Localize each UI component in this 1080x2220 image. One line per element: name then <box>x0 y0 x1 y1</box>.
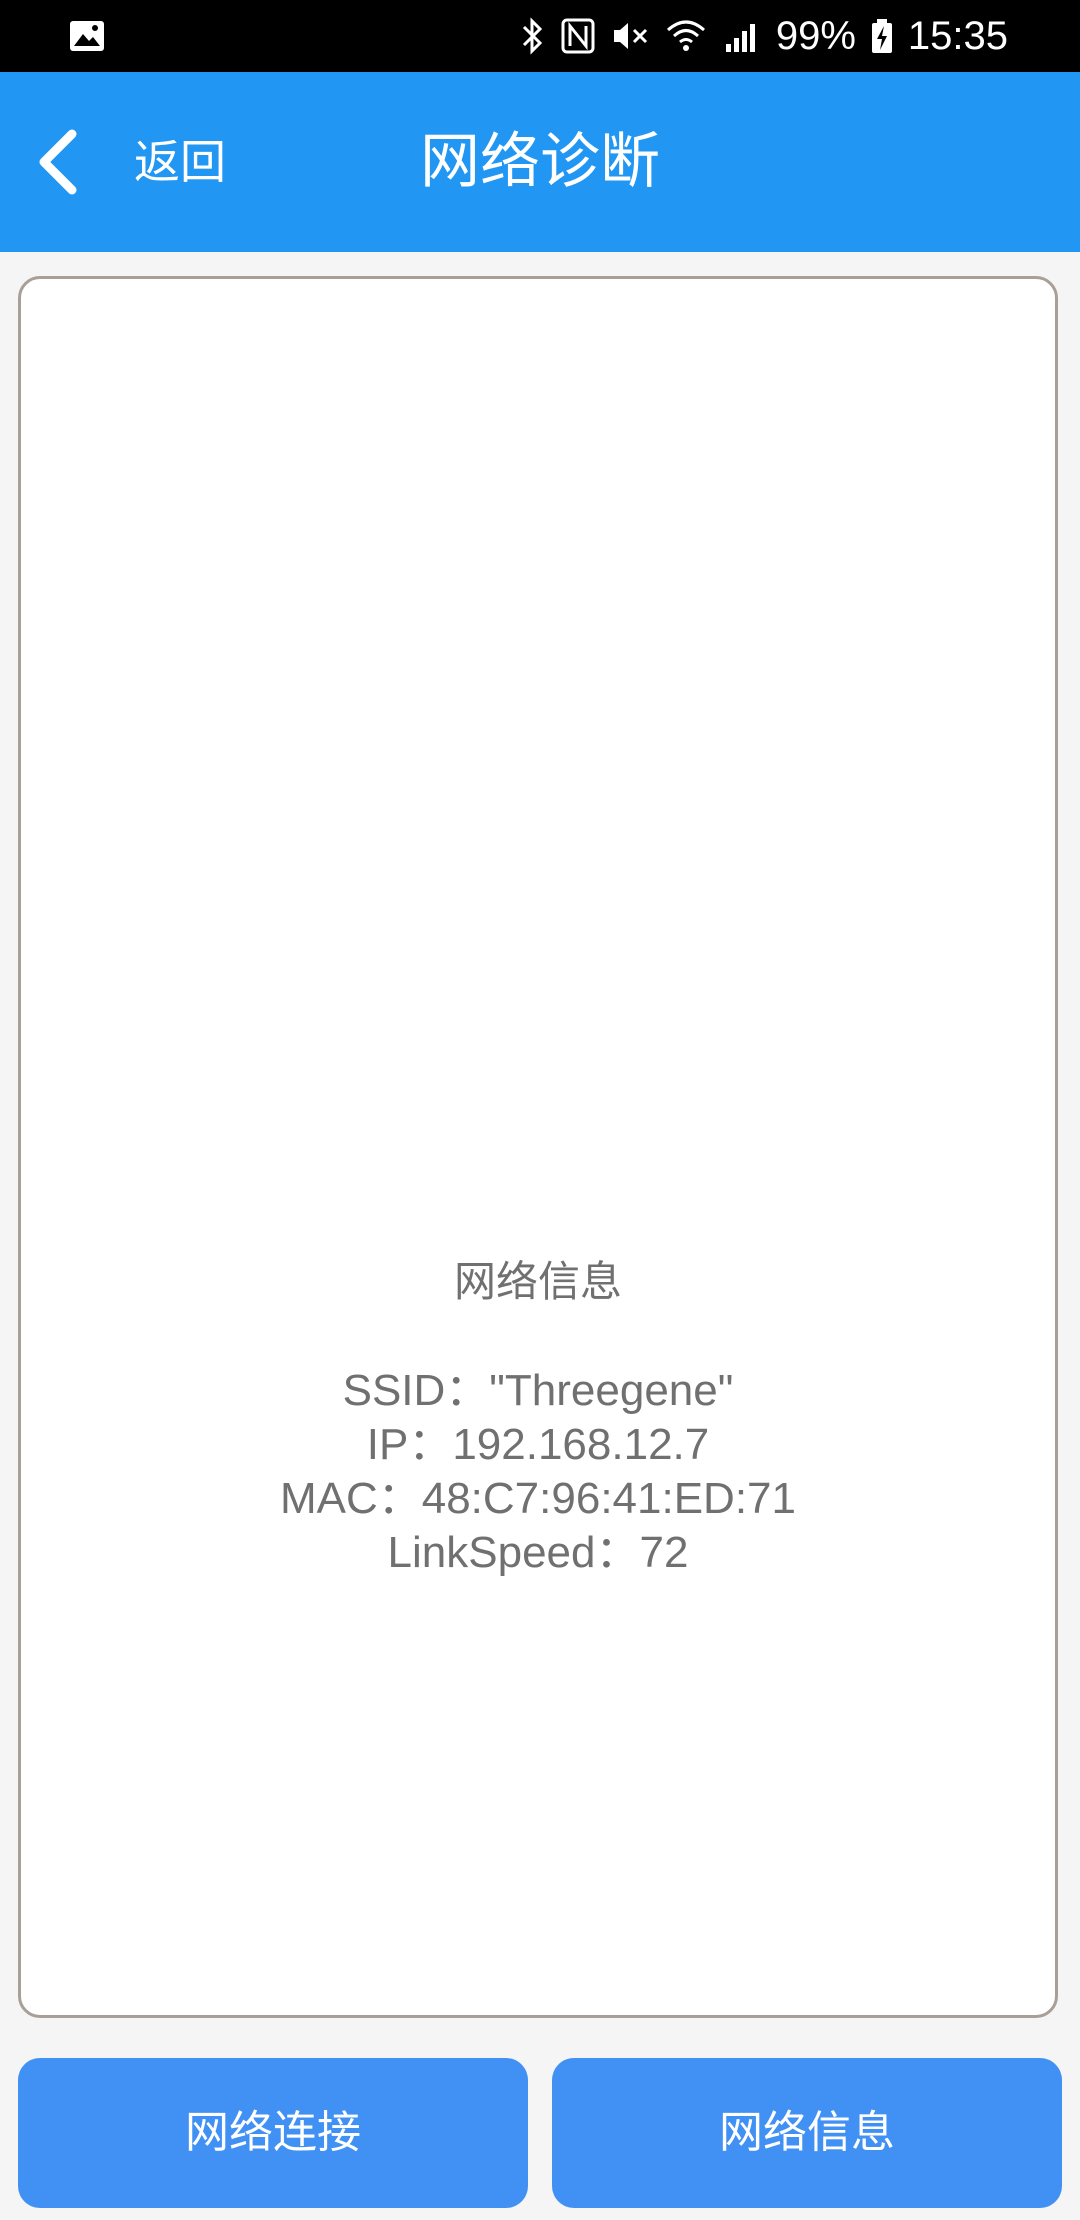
mute-icon <box>610 16 650 56</box>
bluetooth-icon <box>520 16 546 56</box>
image-icon <box>68 16 108 56</box>
wifi-icon <box>664 16 708 56</box>
status-icons: 99% 15:35 <box>520 0 1008 72</box>
nfc-icon <box>560 16 596 56</box>
network-info-content: 网络信息 SSID："Threegene" IP：192.168.12.7 MA… <box>21 1254 1055 1580</box>
chevron-left-icon <box>39 129 77 195</box>
battery-charging-icon <box>870 16 894 56</box>
link-speed-line: LinkSpeed：72 <box>387 1528 689 1577</box>
clock: 15:35 <box>907 13 1008 58</box>
battery-percent: 99% <box>775 13 856 58</box>
signal-icon <box>722 16 762 56</box>
network-info-panel: 网络信息 SSID："Threegene" IP：192.168.12.7 MA… <box>18 276 1058 2018</box>
back-button[interactable]: 返回 <box>30 106 250 218</box>
network-connect-button[interactable]: 网络连接 <box>18 2058 528 2208</box>
mac-line: MAC：48:C7:96:41:ED:71 <box>279 1474 797 1523</box>
ssid-line: SSID："Threegene" <box>342 1366 734 1415</box>
network-info-button[interactable]: 网络信息 <box>552 2058 1062 2208</box>
network-info-title: 网络信息 <box>453 1258 622 1305</box>
app-bar: 返回 网络诊断 <box>0 72 1080 252</box>
status-bar: 99% 15:35 <box>0 0 1080 72</box>
back-label: 返回 <box>134 135 226 189</box>
ip-line: IP：192.168.12.7 <box>366 1420 710 1469</box>
